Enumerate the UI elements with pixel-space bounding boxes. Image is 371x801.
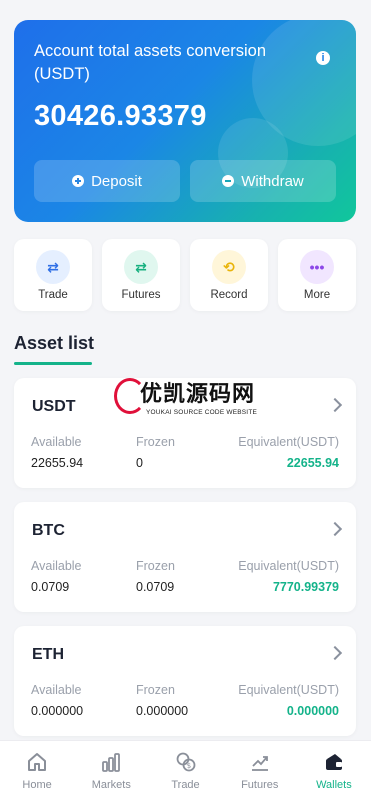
frozen-header: Frozen [136,559,175,573]
asset-symbol: ETH [32,646,64,663]
available-header: Available [31,683,82,697]
asset-card-eth[interactable]: ETH Available Frozen Equivalent(USDT) 0.… [14,626,356,736]
total-assets-amount: 30426.93379 [34,100,207,132]
minus-circle-icon [222,175,235,187]
equivalent-header: Equivalent(USDT) [238,559,339,573]
deposit-button[interactable]: Deposit [34,160,180,202]
nav-futures[interactable]: Futures [223,741,297,801]
nav-label: Wallets [316,779,352,791]
deposit-label: Deposit [91,172,142,190]
coins-icon: $ [148,751,222,773]
asset-card-btc[interactable]: BTC Available Frozen Equivalent(USDT) 0.… [14,502,356,612]
svg-text:$: $ [186,762,190,770]
total-assets-card: Account total assets conversion (USDT) i… [14,20,356,222]
frozen-header: Frozen [136,435,175,449]
bottom-nav: Home Markets $ Trade Futures Wallets [0,740,371,801]
swap-icon: ⇄ [36,250,70,284]
chevron-right-icon [327,645,343,661]
watermark-text: 优凯源码网 [140,381,256,406]
quick-action-futures[interactable]: ⇄ Futures [102,239,180,311]
wallet-page: Account total assets conversion (USDT) i… [0,0,371,740]
quick-action-label: More [303,289,331,301]
equivalent-value: 0.000000 [286,704,339,718]
wallet-icon [297,751,371,773]
nav-label: Futures [241,779,279,791]
available-header: Available [31,435,82,449]
trend-icon [223,751,297,773]
heading-underline [14,362,92,365]
asset-symbol: USDT [32,398,76,415]
withdraw-button[interactable]: Withdraw [190,160,336,202]
quick-action-trade[interactable]: ⇄ Trade [14,239,92,311]
available-value: 22655.94 [31,456,84,470]
frozen-value: 0 [136,456,143,470]
available-value: 0.000000 [31,704,84,718]
info-icon[interactable]: i [316,51,330,65]
frozen-header: Frozen [136,683,175,697]
quick-action-more[interactable]: ••• More [278,239,356,311]
bar-chart-icon [74,751,148,773]
history-icon: ⟲ [212,250,246,284]
nav-wallets[interactable]: Wallets [297,741,371,801]
nav-label: Markets [91,779,131,791]
nav-home[interactable]: Home [0,741,74,801]
equivalent-value: 7770.99379 [272,580,339,594]
asset-list-heading: Asset list [14,333,95,353]
frozen-value: 0.0709 [136,580,175,594]
nav-markets[interactable]: Markets [74,741,148,801]
nav-label: Trade [171,779,200,791]
frozen-value: 0.000000 [136,704,189,718]
nav-label: Home [22,779,52,791]
equivalent-value: 22655.94 [286,456,339,470]
equivalent-header: Equivalent(USDT) [238,435,339,449]
watermark-logo: 优凯源码网 YOUKAI SOURCE CODE WEBSITE [112,376,272,426]
chevron-right-icon [327,521,343,537]
equivalent-header: Equivalent(USDT) [238,683,339,697]
swap-icon: ⇄ [124,250,158,284]
asset-symbol: BTC [32,522,65,539]
withdraw-label: Withdraw [241,172,304,190]
plus-circle-icon [72,175,85,187]
available-value: 0.0709 [31,580,70,594]
chevron-right-icon [327,397,343,413]
watermark-subtext: YOUKAI SOURCE CODE WEBSITE [146,409,258,416]
total-assets-title: Account total assets conversion (USDT) [34,42,267,83]
quick-action-label: Trade [38,289,68,301]
nav-trade[interactable]: $ Trade [148,741,222,801]
quick-action-label: Futures [121,289,161,301]
quick-action-label: Record [210,289,248,301]
more-dots-icon: ••• [300,250,334,284]
home-icon [0,751,74,773]
quick-action-record[interactable]: ⟲ Record [190,239,268,311]
available-header: Available [31,559,82,573]
